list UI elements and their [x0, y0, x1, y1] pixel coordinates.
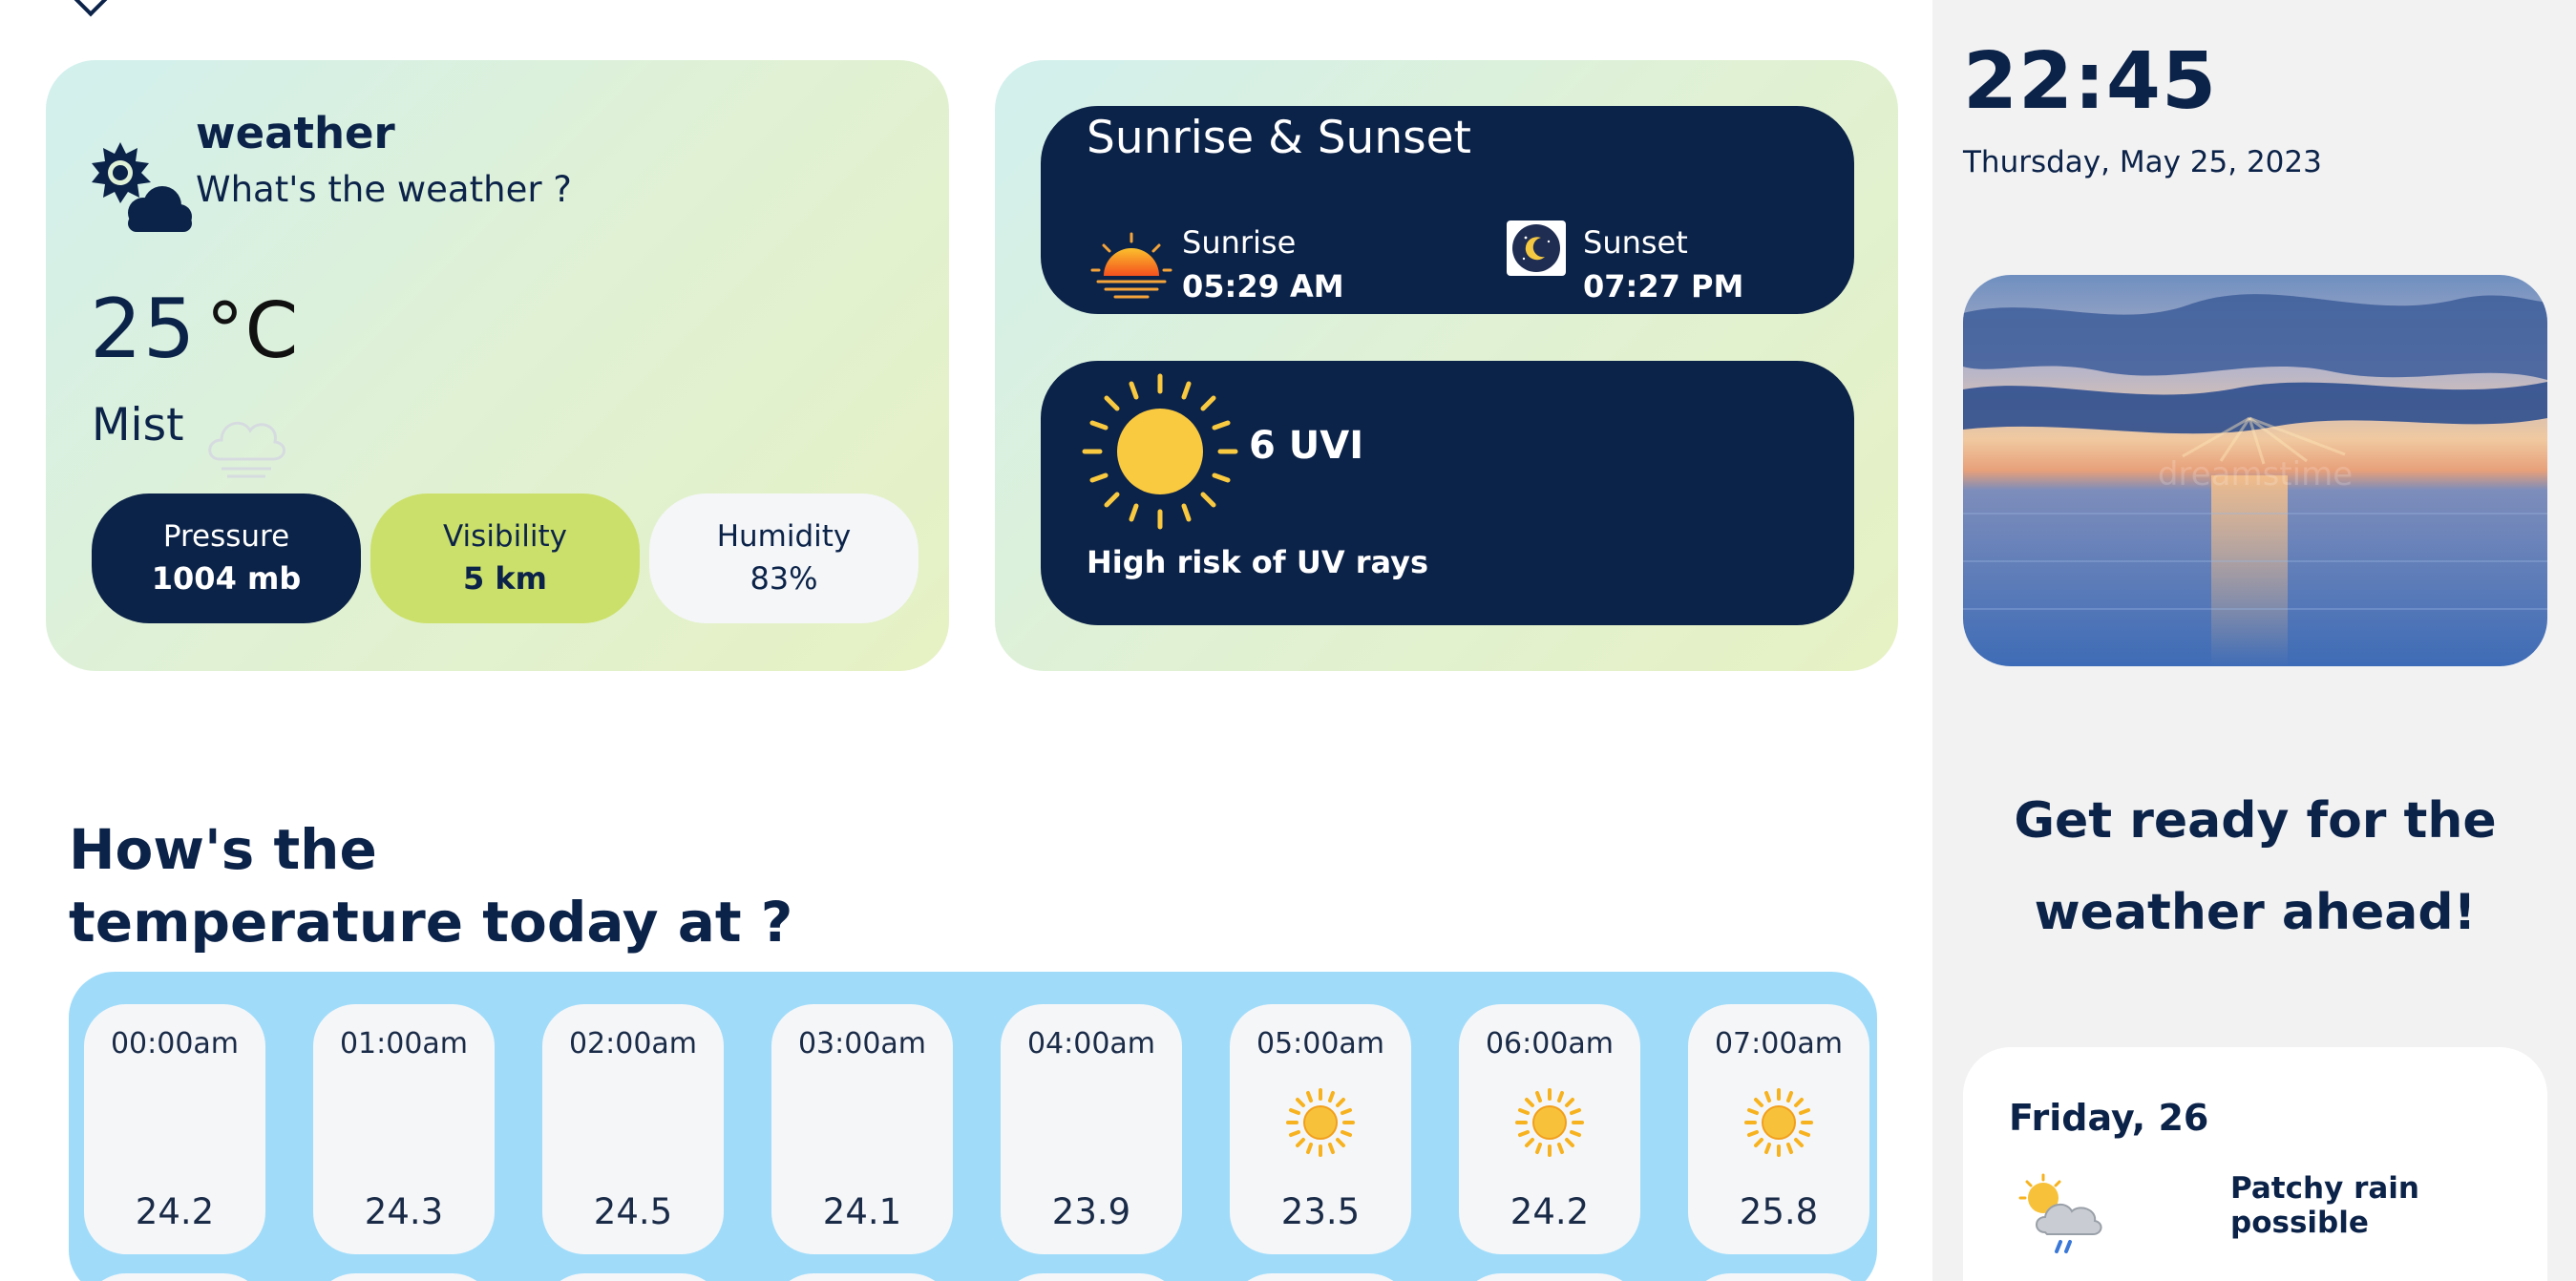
moon-icon — [391, 1103, 413, 1143]
photo-watermark: dreamstime — [2158, 455, 2353, 494]
moon-icon — [162, 1103, 184, 1143]
hour-card[interactable]: 03:00am 24.1 — [771, 1004, 953, 1254]
uv-description: High risk of UV rays — [1087, 544, 1429, 580]
hour-temp: 23.9 — [1051, 1191, 1131, 1232]
mist-cloud-icon — [208, 421, 285, 478]
hour-temp: 24.2 — [1510, 1191, 1590, 1232]
hour-time: 03:00am — [797, 1027, 927, 1060]
rain-cloud-icon — [2018, 1173, 2102, 1253]
sunset-photo: dreamstime — [1963, 275, 2547, 666]
moon-night-icon — [1507, 220, 1566, 276]
sunrise-label: Sunrise — [1182, 224, 1297, 261]
temperature-value: 25 — [90, 282, 197, 377]
tagline: Get ready for the weather ahead! — [1963, 775, 2547, 958]
visibility-label: Visibility — [443, 518, 567, 554]
pressure-label: Pressure — [162, 518, 290, 554]
current-weather-card: weather What's the weather ? 25 °C Mist P… — [46, 60, 949, 671]
hourly-heading: How's the temperature today at ? — [69, 813, 792, 958]
hour-card[interactable] — [84, 1273, 265, 1281]
hour-time: 01:00am — [339, 1027, 469, 1060]
sunset-label: Sunset — [1583, 224, 1688, 261]
forecast-day: Friday, 26 — [2009, 1097, 2209, 1139]
uv-index-panel: 6 UVI High risk of UV rays — [1041, 361, 1854, 625]
pressure-value: 1004 mb — [151, 560, 302, 598]
hourly-heading-line2: temperature today at ? — [69, 890, 793, 955]
forecast-description: Patchy rain possible — [2230, 1171, 2419, 1240]
hour-temp: 24.1 — [822, 1191, 902, 1232]
hour-time: 05:00am — [1256, 1027, 1385, 1060]
main-content: weather What's the weather ? 25 °C Mist P… — [0, 0, 1932, 1281]
hour-card[interactable] — [771, 1273, 953, 1281]
hour-card[interactable]: 04:00am 23.9 — [1001, 1004, 1182, 1254]
visibility-value: 5 km — [462, 560, 548, 598]
hour-card[interactable] — [1230, 1273, 1411, 1281]
tagline-line2: weather ahead! — [2034, 884, 2477, 941]
hour-time: 00:00am — [110, 1027, 240, 1060]
sun-icon — [1515, 1088, 1584, 1157]
hour-temp: 25.8 — [1739, 1191, 1819, 1232]
hour-card[interactable] — [313, 1273, 495, 1281]
sidebar: 22:45 Thursday, May 25, 2023 dreamstime … — [1932, 0, 2576, 1281]
hour-card[interactable]: 05:00am 23.5 — [1230, 1004, 1411, 1254]
hour-card[interactable] — [1459, 1273, 1640, 1281]
hourly-heading-line1: How's the — [69, 817, 377, 882]
uv-value: 6 UVI — [1249, 424, 1364, 468]
tagline-line1: Get ready for the — [2014, 792, 2497, 850]
moon-icon — [621, 1103, 643, 1143]
humidity-pill: Humidity 83% — [649, 494, 918, 623]
hour-card[interactable] — [1001, 1273, 1182, 1281]
hour-card[interactable] — [1688, 1273, 1869, 1281]
clock-time: 22:45 — [1963, 36, 2218, 127]
next-day-forecast-card[interactable]: Friday, 26 Patchy rain possible — [1963, 1047, 2547, 1281]
moon-icon — [1079, 1103, 1101, 1143]
temperature-unit: °C — [205, 286, 300, 375]
hour-time: 02:00am — [568, 1027, 698, 1060]
sun-icon — [1286, 1088, 1355, 1157]
hour-card[interactable] — [542, 1273, 724, 1281]
sunrise-sunset-panel: Sunrise & Sunset Sunrise 05:29 AM Sunset… — [1041, 106, 1854, 314]
pressure-pill: Pressure 1004 mb — [92, 494, 361, 623]
weather-condition: Mist — [92, 399, 184, 452]
current-date: Thursday, May 25, 2023 — [1963, 145, 2322, 179]
sunrise-sunset-title: Sunrise & Sunset — [1087, 112, 1471, 164]
humidity-value: 83% — [750, 560, 818, 598]
visibility-pill: Visibility 5 km — [370, 494, 640, 623]
sun-icon — [1744, 1088, 1813, 1157]
sun-uv-card: Sunrise & Sunset Sunrise 05:29 AM Sunset… — [995, 60, 1898, 671]
hour-card[interactable]: 02:00am 24.5 — [542, 1004, 724, 1254]
sunset-time: 07:27 PM — [1583, 268, 1744, 304]
hour-temp: 24.5 — [593, 1191, 673, 1232]
sun-icon — [1082, 373, 1238, 530]
weather-title: weather — [196, 108, 395, 158]
moon-icon — [850, 1103, 872, 1143]
hourly-forecast-strip[interactable]: 00:00am 24.2 01:00am 24.3 02:00am 24.5 0… — [69, 972, 1877, 1281]
sun-cloud-icon — [92, 142, 192, 232]
hour-temp: 24.3 — [364, 1191, 444, 1232]
current-temperature: 25 °C — [90, 282, 299, 377]
hour-time: 06:00am — [1485, 1027, 1615, 1060]
hour-time: 04:00am — [1026, 1027, 1156, 1060]
hour-temp: 23.5 — [1280, 1191, 1361, 1232]
sunrise-icon — [1090, 232, 1172, 299]
hour-temp: 24.2 — [135, 1191, 215, 1232]
chevron-down-icon[interactable] — [73, 0, 109, 17]
hour-time: 07:00am — [1714, 1027, 1844, 1060]
sunrise-time: 05:29 AM — [1182, 268, 1344, 304]
hour-card[interactable]: 06:00am 24.2 — [1459, 1004, 1640, 1254]
hour-card[interactable]: 01:00am 24.3 — [313, 1004, 495, 1254]
humidity-label: Humidity — [716, 518, 852, 554]
hour-card[interactable]: 07:00am 25.8 — [1688, 1004, 1869, 1254]
weather-subtitle: What's the weather ? — [196, 169, 572, 210]
hour-card[interactable]: 00:00am 24.2 — [84, 1004, 265, 1254]
